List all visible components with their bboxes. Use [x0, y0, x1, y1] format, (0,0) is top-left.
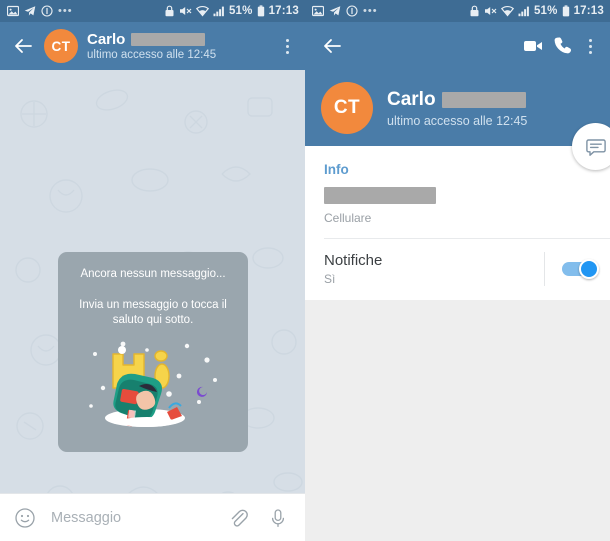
last-seen-status: ultimo accesso alle 12:45	[387, 113, 528, 128]
clock-time: 17:13	[268, 5, 299, 17]
status-bar-right-left-icons: •••	[311, 5, 469, 17]
microphone-icon[interactable]	[265, 505, 291, 531]
phone-call-icon[interactable]	[548, 31, 578, 61]
phone-type-label: Cellulare	[324, 211, 372, 225]
signal-icon	[213, 5, 225, 17]
avatar[interactable]: CT	[44, 29, 78, 63]
kebab-menu-icon[interactable]	[275, 31, 299, 61]
message-input[interactable]: Messaggio	[51, 510, 225, 526]
avatar-initials: CT	[51, 38, 71, 54]
notifications-value: Sì	[324, 272, 336, 286]
back-arrow-icon[interactable]	[319, 33, 345, 59]
mute-icon	[484, 5, 497, 17]
clock-time: 17:13	[573, 5, 604, 17]
status-bar-left-icons: •••	[6, 5, 164, 17]
back-arrow-icon[interactable]	[10, 33, 36, 59]
battery-icon	[257, 5, 265, 17]
telegram-icon	[329, 5, 341, 17]
contact-identity: Carlo ultimo accesso alle 12:45	[387, 89, 610, 128]
empty-chat-card: Ancora nessun messaggio... Invia un mess…	[58, 252, 248, 452]
battery-percent: 51%	[533, 5, 558, 17]
chat-screen: ••• 51% 17:13 CT Carlo ultimo accesso al…	[0, 0, 305, 541]
profile-header: CT Carlo ultimo accesso alle 12:45	[305, 70, 610, 170]
empty-chat-subtitle: Invia un messaggio o tocca il saluto qui…	[79, 299, 227, 326]
message-input-bar: Messaggio	[0, 493, 305, 541]
video-call-icon[interactable]	[518, 31, 548, 61]
notifications-toggle[interactable]	[562, 259, 599, 279]
profile-toolbar	[305, 22, 610, 70]
info-circle-icon	[346, 5, 358, 17]
phone-row[interactable]: Cellulare	[305, 177, 610, 238]
toggle-knob	[579, 259, 599, 279]
hi-mailbox-sticker[interactable]	[83, 336, 223, 432]
info-section-title: Info	[324, 162, 349, 177]
status-bar-right-icons: 51% 17:13	[164, 5, 299, 17]
wifi-icon	[195, 5, 209, 17]
contact-name: Carlo	[387, 88, 436, 110]
avatar-initials: CT	[333, 97, 361, 118]
lock-icon	[164, 5, 175, 17]
chat-toolbar: CT Carlo ultimo accesso alle 12:45	[0, 22, 305, 70]
status-bar-right: ••• 51% 17:13	[305, 0, 610, 22]
last-seen-status: ultimo accesso alle 12:45	[87, 49, 217, 61]
vertical-divider	[544, 252, 545, 286]
kebab-menu-icon[interactable]	[578, 31, 602, 61]
mute-icon	[179, 5, 192, 17]
empty-chat-title: Ancora nessun messaggio...	[80, 268, 226, 280]
notifications-row[interactable]: Notifiche Sì	[305, 239, 610, 300]
info-card: Info Cellulare Notifiche Sì	[305, 146, 610, 300]
more-dots-icon: •••	[363, 5, 378, 17]
notifications-texts: Notifiche Sì	[324, 252, 544, 286]
smiley-icon[interactable]	[12, 505, 38, 531]
phone-number-redacted	[324, 187, 436, 204]
contact-name-row: Carlo	[387, 89, 610, 111]
contact-surname-redacted	[131, 33, 206, 46]
status-bar-right-right-icons: 51% 17:13	[469, 5, 604, 17]
battery-icon	[562, 5, 570, 17]
contact-identity[interactable]: Carlo ultimo accesso alle 12:45	[87, 31, 275, 61]
dual-screenshot: ••• 51% 17:13 CT Carlo ultimo accesso al…	[0, 0, 610, 541]
contact-name: Carlo	[87, 31, 126, 48]
info-circle-icon	[41, 5, 53, 17]
more-dots-icon: •••	[58, 5, 73, 17]
contact-surname-redacted	[441, 91, 526, 108]
avatar[interactable]: CT	[321, 82, 373, 134]
image-icon	[6, 5, 20, 17]
notifications-title: Notifiche	[324, 252, 383, 269]
status-bar-left: ••• 51% 17:13	[0, 0, 305, 22]
telegram-icon	[24, 5, 36, 17]
profile-screen: ••• 51% 17:13 CT Carlo ultimo accesso al…	[305, 0, 610, 541]
wifi-icon	[500, 5, 514, 17]
lock-icon	[469, 5, 480, 17]
chat-message-area: Ancora nessun messaggio... Invia un mess…	[0, 70, 305, 541]
contact-name-row: Carlo	[87, 31, 275, 48]
battery-percent: 51%	[228, 5, 253, 17]
image-icon	[311, 5, 325, 17]
paperclip-icon[interactable]	[225, 505, 251, 531]
signal-icon	[518, 5, 530, 17]
empty-area-below	[305, 300, 610, 541]
